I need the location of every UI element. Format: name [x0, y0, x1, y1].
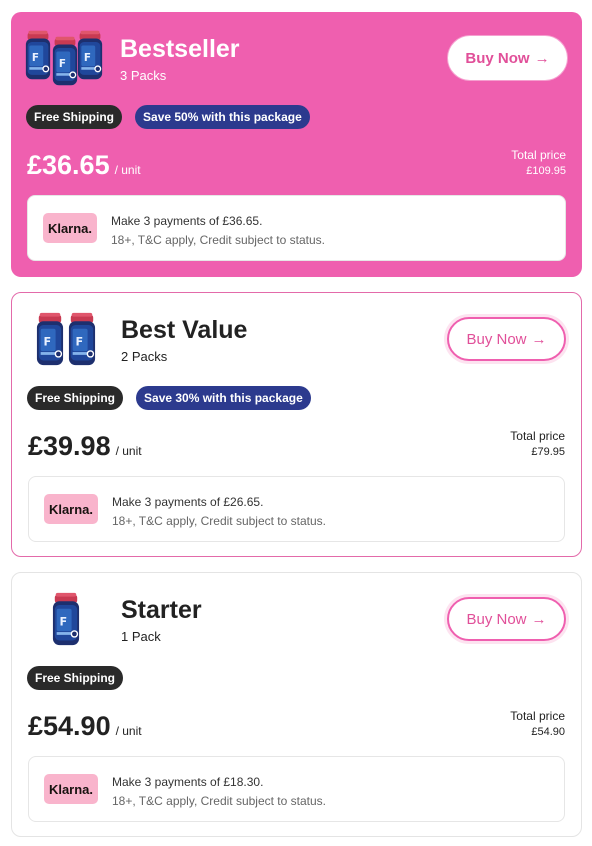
free-shipping-badge: Free Shipping [26, 105, 123, 129]
badge-row: Free Shipping [27, 666, 124, 690]
package-subtitle: 3 Packs [120, 68, 167, 83]
klarna-payments-text: Make 3 payments of £36.65. [111, 214, 263, 228]
supplement-jar-icon [25, 24, 107, 90]
buy-now-button[interactable]: Buy Now → [448, 36, 567, 80]
buy-now-button[interactable]: Buy Now → [447, 597, 566, 641]
price-amount: £36.65 [27, 150, 110, 180]
klarna-logo: Klarna. [44, 774, 98, 804]
total-price-value: £54.90 [531, 726, 565, 738]
package-subtitle: 1 Pack [121, 629, 161, 644]
supplement-jar-icon [26, 585, 108, 651]
unit-price: £36.65 / unit [27, 149, 141, 181]
unit-price: £39.98 / unit [28, 430, 142, 462]
supplement-jar-icon [26, 305, 108, 371]
price-amount: £39.98 [28, 431, 111, 461]
klarna-payments-text: Make 3 payments of £26.65. [112, 495, 264, 509]
total-price: Total price £109.95 [511, 147, 566, 179]
free-shipping-badge: Free Shipping [27, 386, 124, 410]
buy-now-label: Buy Now [466, 330, 527, 348]
package-title: Best Value [121, 316, 248, 344]
total-price-label: Total price [511, 148, 566, 162]
klarna-terms-text: 18+, T&C apply, Credit subject to status… [112, 514, 326, 528]
buy-now-label: Buy Now [465, 49, 530, 67]
klarna-terms-text: 18+, T&C apply, Credit subject to status… [111, 233, 325, 247]
badge-row: Free Shipping Save 50% with this package [26, 105, 310, 129]
price-amount: £54.90 [28, 711, 111, 741]
free-shipping-badge: Free Shipping [27, 666, 124, 690]
package-card-bestseller[interactable]: Bestseller 3 Packs Buy Now → Free Shippi… [11, 12, 582, 277]
arrow-right-icon: → [534, 49, 550, 67]
buy-now-label: Buy Now [466, 610, 527, 628]
klarna-info-box: Klarna. Make 3 payments of £18.30. 18+, … [28, 756, 565, 822]
klarna-info-box: Klarna. Make 3 payments of £36.65. 18+, … [27, 195, 566, 261]
total-price-label: Total price [510, 709, 565, 723]
package-title: Bestseller [120, 35, 240, 63]
total-price-value: £109.95 [526, 165, 566, 177]
price-unit: / unit [114, 163, 141, 177]
klarna-terms-text: 18+, T&C apply, Credit subject to status… [112, 794, 326, 808]
arrow-right-icon: → [531, 330, 547, 348]
package-card-starter[interactable]: Starter 1 Pack Buy Now → Free Shipping £… [11, 572, 582, 837]
klarna-logo: Klarna. [44, 494, 98, 524]
savings-badge: Save 30% with this package [136, 386, 311, 410]
package-card-best-value[interactable]: Best Value 2 Packs Buy Now → Free Shippi… [11, 292, 582, 557]
package-subtitle: 2 Packs [121, 349, 168, 364]
total-price: Total price £54.90 [510, 708, 565, 740]
buy-now-button[interactable]: Buy Now → [447, 317, 566, 361]
total-price-value: £79.95 [531, 446, 565, 458]
unit-price: £54.90 / unit [28, 710, 142, 742]
price-unit: / unit [115, 724, 142, 738]
price-unit: / unit [115, 444, 142, 458]
klarna-logo: Klarna. [43, 213, 97, 243]
klarna-info-box: Klarna. Make 3 payments of £26.65. 18+, … [28, 476, 565, 542]
arrow-right-icon: → [531, 610, 547, 628]
total-price: Total price £79.95 [510, 428, 565, 460]
klarna-payments-text: Make 3 payments of £18.30. [112, 775, 264, 789]
total-price-label: Total price [510, 429, 565, 443]
badge-row: Free Shipping Save 30% with this package [27, 386, 311, 410]
package-title: Starter [121, 596, 202, 624]
savings-badge: Save 50% with this package [135, 105, 310, 129]
